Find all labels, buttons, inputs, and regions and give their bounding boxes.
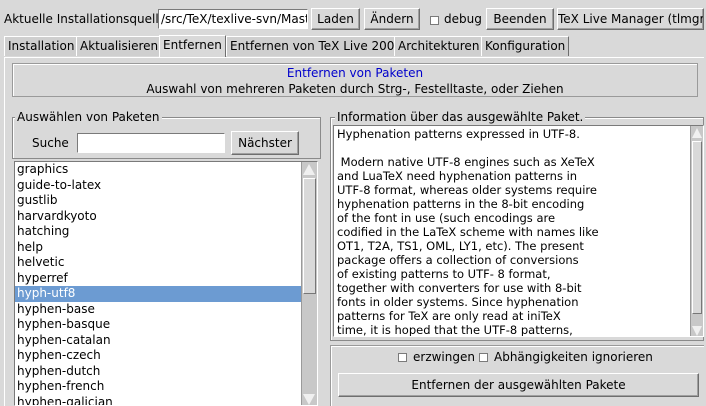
search-input[interactable] [77, 133, 225, 153]
package-item[interactable]: hyphen-catalan [15, 333, 301, 349]
package-item[interactable]: gustlib [15, 193, 301, 209]
package-item[interactable]: hatching [15, 224, 301, 240]
info-line: UTF-8 format, whereas older systems requ… [337, 183, 597, 197]
tab-remove-texlive-2008[interactable]: Entfernen von TeX Live 2008 [226, 36, 407, 56]
source-field[interactable]: /src/TeX/texlive-svn/Master [158, 9, 308, 29]
tab-update[interactable]: Aktualisieren [76, 36, 163, 56]
debug-checkbox[interactable] [430, 16, 439, 25]
tab-configuration[interactable]: Konfiguration [481, 36, 570, 56]
package-item[interactable]: hyperref [15, 271, 301, 287]
change-button[interactable]: Ändern [364, 8, 420, 30]
search-label: Suche [32, 136, 69, 150]
force-label: erzwingen [413, 350, 475, 364]
package-item[interactable]: graphics [15, 162, 301, 178]
info-line: of existing patterns to UTF- 8 format, [337, 267, 551, 281]
debug-label: debug [444, 12, 482, 26]
info-legend: Information über das ausgewählte Paket. [335, 110, 586, 124]
quit-button[interactable]: Beenden [486, 8, 554, 30]
info-scroll-up-icon[interactable] [692, 128, 702, 138]
info-scrollbar[interactable] [690, 126, 703, 336]
info-line: package offers a collection of conversio… [337, 253, 579, 267]
remove-selected-button[interactable]: Entfernen der ausgewählten Pakete [338, 373, 699, 397]
info-textbox[interactable]: Hyphenation patterns expressed in UTF-8.… [333, 125, 704, 337]
info-line: time, it is hoped that the UTF-8 pattern… [337, 323, 573, 337]
info-line: and LuaTeX need hyphenation patterns in [337, 169, 578, 183]
package-item[interactable]: hyphen-dutch [15, 364, 301, 380]
force-checkbox[interactable] [398, 353, 407, 362]
info-scroll-thumb[interactable] [692, 141, 702, 314]
ignore-deps-checkbox[interactable] [479, 353, 488, 362]
info-scroll-down-icon[interactable] [692, 326, 702, 336]
info-line: fonts in older systems. Since hyphenatio… [337, 295, 579, 309]
package-item[interactable]: hyphen-base [15, 302, 301, 318]
scroll-down-icon[interactable] [303, 394, 315, 405]
info-line: hyphenation patterns in the 8-bit encodi… [337, 197, 585, 211]
package-item[interactable]: hyphen-french [15, 379, 301, 395]
info-line: of the font in use (such encodings are [337, 211, 556, 225]
ignore-deps-label: Abhängigkeiten ignorieren [494, 350, 653, 364]
info-line: Modern native UTF-8 engines such as XeTe… [337, 155, 595, 169]
info-line: OT1, T2A, TS1, OML, LY1, etc). The prese… [337, 239, 584, 253]
tab-architectures[interactable]: Architekturen [394, 36, 484, 56]
info-line: Hyphenation patterns expressed in UTF-8. [337, 127, 580, 141]
page-title: Entfernen von Paketen [286, 66, 424, 80]
page-subtitle: Auswahl von mehreren Paketen durch Strg-… [146, 82, 564, 96]
package-item[interactable]: hyphen-czech [15, 348, 301, 364]
tlmgr-button[interactable]: TeX Live Manager (tlmgr) [557, 8, 704, 30]
package-list[interactable]: graphics guide-to-latex gustlib harvardkyot… [14, 161, 318, 406]
package-item[interactable]: help [15, 240, 301, 256]
scroll-up-icon[interactable] [303, 164, 315, 175]
info-line: together with converters for use with 8-… [337, 281, 582, 295]
package-list-scroll-thumb[interactable] [303, 178, 316, 294]
package-item[interactable]: guide-to-latex [15, 178, 301, 194]
package-item[interactable]: hyphen-galician [15, 395, 301, 406]
package-item[interactable]: hyphen-basque [15, 317, 301, 333]
header-box: Entfernen von Paketen Auswahl von mehrer… [12, 63, 698, 97]
tab-installation[interactable]: Installation [4, 36, 79, 56]
package-item[interactable]: hyph-utf8 [15, 286, 301, 302]
tab-remove[interactable]: Entfernen [159, 35, 226, 57]
info-line: codified in the LaTeX scheme with names … [337, 225, 599, 239]
source-label: Aktuelle Installationsquelle [4, 12, 167, 26]
select-packages-legend: Auswählen von Paketen [15, 110, 162, 124]
next-button[interactable]: Nächster [231, 131, 299, 155]
info-line [337, 141, 700, 155]
package-list-scrollbar[interactable] [301, 162, 317, 405]
info-line: patterns for TeX are only read at iniTeX [337, 309, 561, 323]
package-item[interactable]: helvetic [15, 255, 301, 271]
load-button[interactable]: Laden [311, 8, 360, 30]
package-item[interactable]: harvardkyoto [15, 209, 301, 225]
